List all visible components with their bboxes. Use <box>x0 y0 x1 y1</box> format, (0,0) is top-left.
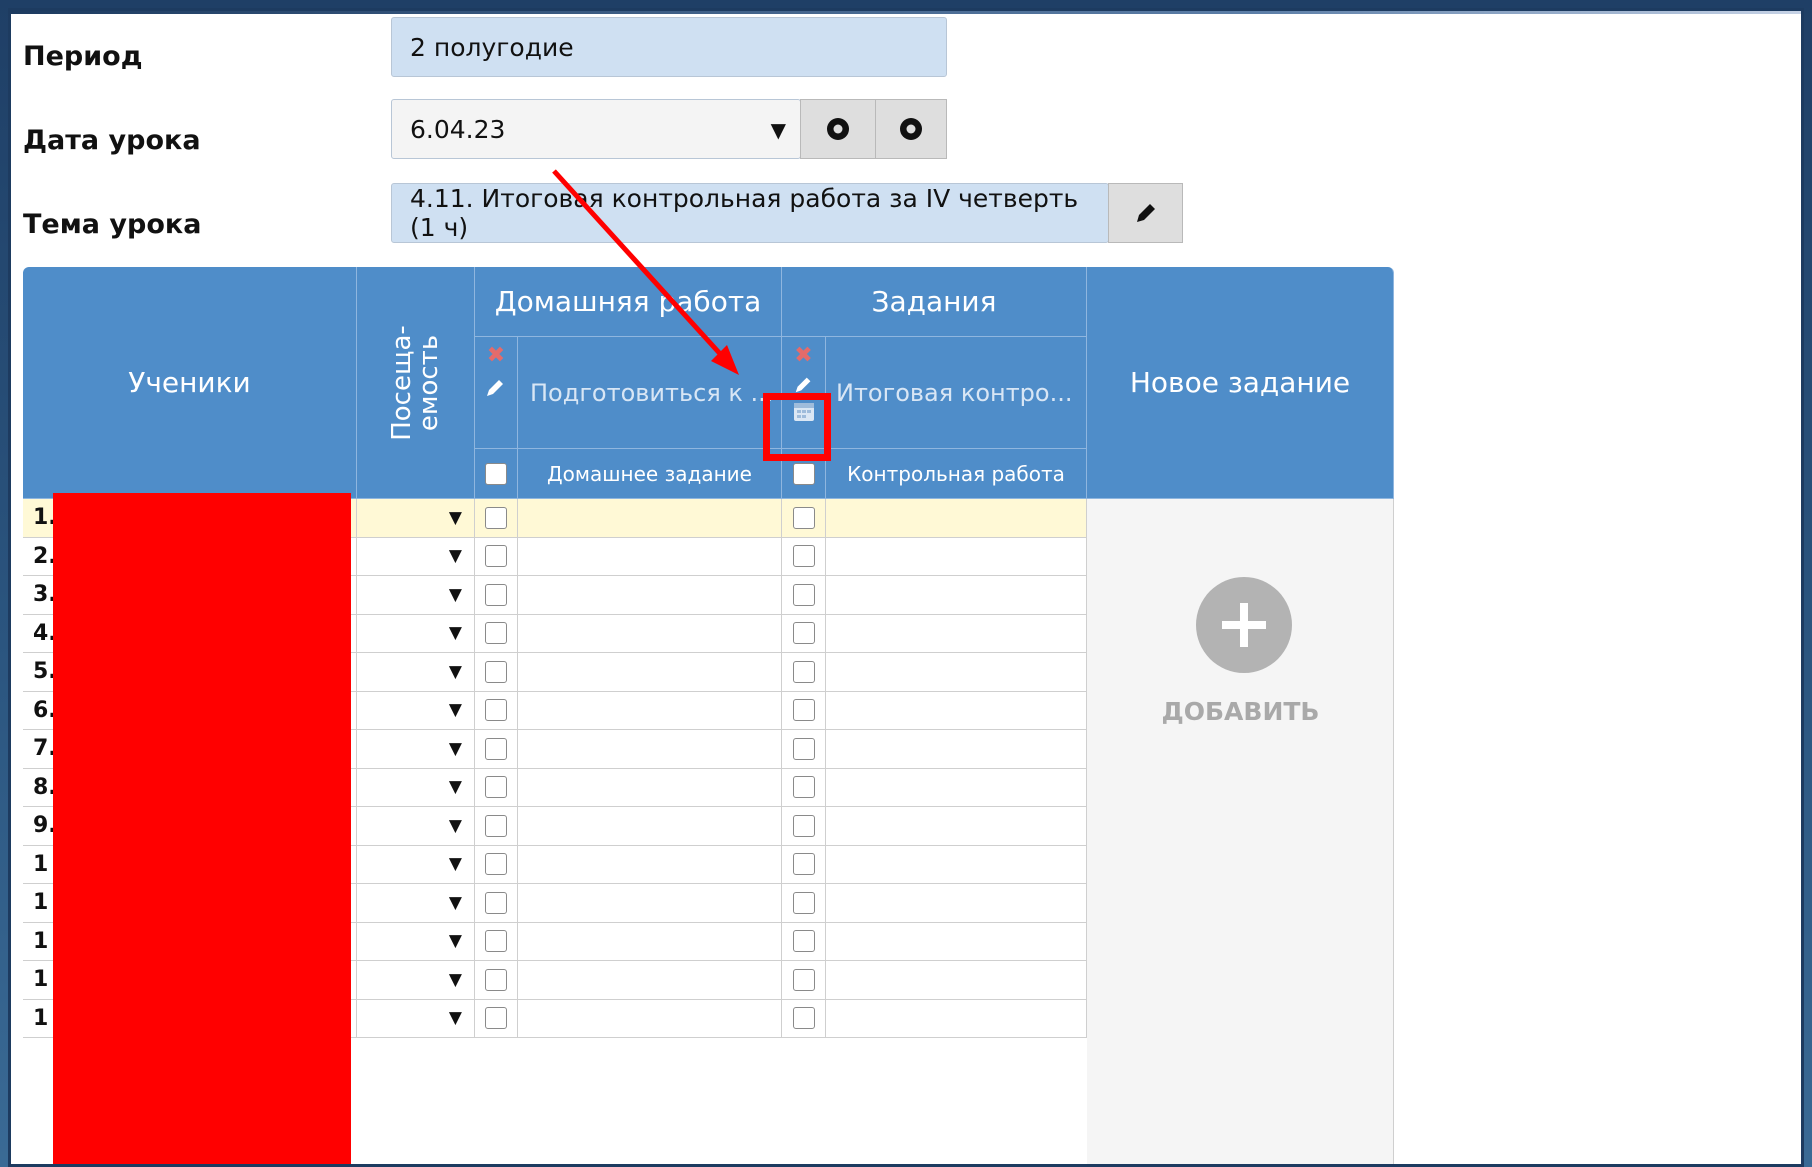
annotation-arrow <box>552 169 739 375</box>
lesson-journal-window: Период 2 полугодие Дата урока 6.04.23 ▼ … <box>8 8 1804 1167</box>
